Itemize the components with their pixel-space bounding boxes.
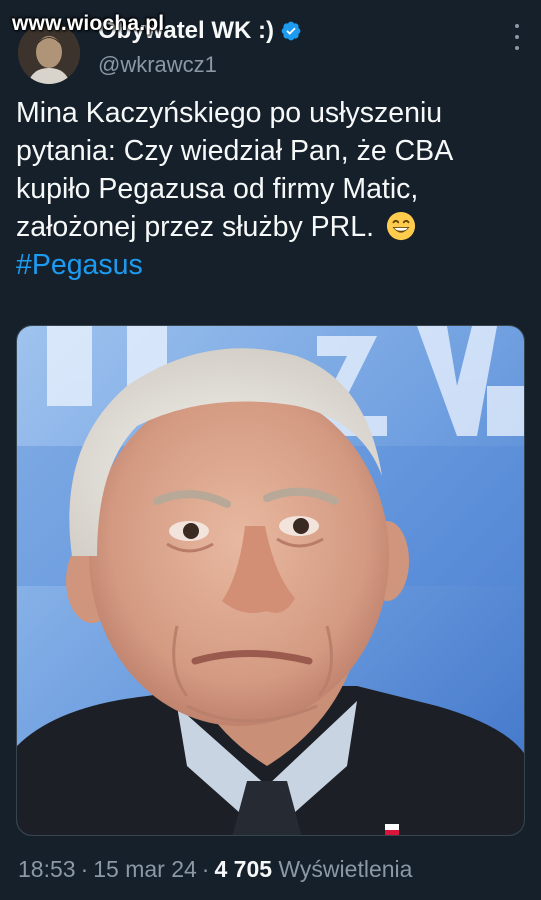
tweet-photo[interactable] [16,325,525,836]
tweet-line: Mina Kaczyńskiego po usłyszeniu [16,97,443,129]
tweet-time[interactable]: 18:53 [18,856,76,882]
tweet-line-with-emoji: założonej przez służby PRL. [16,208,531,246]
portrait-image [17,326,524,835]
views-label: Wyświetlenia [278,856,413,882]
tweet-line: kupiło Pegazusa od firmy Matic, [16,173,419,205]
grinning-face-emoji-icon [386,211,416,241]
tweet-screen: www.wiocha.pl Obywatel WK :) @wkrawcz1 M… [0,0,541,900]
views-count: 4 705 [214,856,273,882]
meta-separator: · [201,856,210,882]
more-options-icon[interactable] [513,24,521,50]
tweet-text: Mina Kaczyńskiego po usłyszeniu pytania:… [16,94,531,284]
meta-separator: · [80,856,89,882]
tweet-line: pytania: Czy wiedział Pan, że CBA [16,135,454,167]
tweet-line: założonej przez służby PRL. [16,211,375,243]
verified-badge-icon [281,21,301,41]
hashtag-link[interactable]: #Pegasus [16,246,531,284]
author-handle[interactable]: @wkrawcz1 [98,52,217,78]
watermark: www.wiocha.pl [12,12,165,35]
tweet-date[interactable]: 15 mar 24 [93,856,197,882]
tweet-meta: 18:53 · 15 mar 24 · 4 705 Wyświetlenia [18,856,412,883]
